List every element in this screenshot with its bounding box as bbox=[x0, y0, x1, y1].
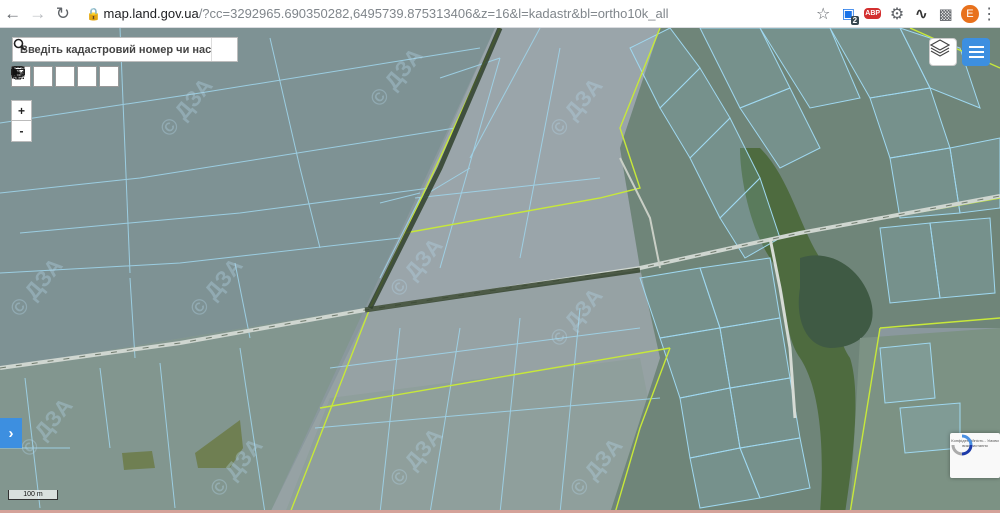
zoom-in-button[interactable]: + bbox=[11, 100, 32, 121]
svg-text:?: ? bbox=[16, 70, 20, 77]
scale-bar: 100 m bbox=[8, 490, 58, 500]
measure-distance-icon[interactable]: M bbox=[12, 66, 53, 87]
satellite-imagery: © ДЗА © ДЗА © ДЗА© ДЗА © ДЗА © ДЗА© ДЗА© ДЗА… bbox=[0, 28, 1000, 513]
address-bar[interactable]: 🔒 map.land.gov.ua/?cc=3292965.690350282,… bbox=[84, 2, 812, 26]
reload-icon[interactable]: ↻ bbox=[50, 1, 75, 27]
recaptcha-badge[interactable]: Конфіденційність - Умови використання bbox=[950, 433, 1000, 478]
menu-bar bbox=[968, 46, 984, 48]
profile-avatar[interactable]: E bbox=[961, 4, 979, 23]
swirl-extension-icon[interactable]: ∿ bbox=[911, 3, 932, 25]
search-icon bbox=[13, 38, 26, 51]
forward-icon[interactable]: → bbox=[25, 1, 50, 27]
cadastral-search bbox=[12, 37, 238, 62]
url-path: /?cc=3292965.690350282,6495739.875313406… bbox=[198, 6, 669, 21]
measure-area-icon[interactable]: M² bbox=[12, 66, 75, 87]
adblock-label: ABP bbox=[864, 8, 882, 19]
layers-icon bbox=[930, 39, 950, 57]
cadastral-map[interactable]: © ДЗА © ДЗА © ДЗА © ДЗА © ДЗА © ДЗА © ДЗА © ДЗА… bbox=[0, 28, 1000, 513]
zoom-control: + - bbox=[11, 100, 32, 142]
select-cursor-icon[interactable] bbox=[12, 66, 97, 87]
search-button[interactable] bbox=[13, 38, 237, 61]
bookmark-star-icon[interactable]: ☆ bbox=[812, 4, 835, 24]
info-icon[interactable]: ? bbox=[11, 66, 119, 87]
menu-bar bbox=[968, 56, 984, 58]
browser-toolbar: ← → ↻ 🔒 map.land.gov.ua/?cc=3292965.6903… bbox=[0, 0, 1000, 28]
layers-button[interactable] bbox=[929, 38, 957, 66]
url-domain: map.land.gov.ua bbox=[103, 6, 199, 21]
zoom-out-button[interactable]: - bbox=[11, 121, 32, 142]
recaptcha-icon bbox=[951, 434, 973, 456]
chevron-right-icon: › bbox=[8, 424, 14, 442]
menu-button[interactable] bbox=[962, 38, 990, 66]
menu-bar bbox=[968, 51, 984, 53]
map-toolbar: M M² ? bbox=[11, 66, 119, 87]
gear-icon[interactable]: ⚙ bbox=[886, 3, 907, 25]
side-panel-toggle[interactable]: › bbox=[0, 418, 22, 448]
back-icon[interactable]: ← bbox=[0, 1, 25, 27]
lock-icon: 🔒 bbox=[86, 6, 101, 21]
adblock-icon[interactable]: ABP bbox=[862, 3, 883, 25]
extension-badge: 2 bbox=[850, 15, 860, 25]
browser-menu-icon[interactable]: ⋮ bbox=[979, 4, 1000, 24]
search-input[interactable] bbox=[13, 38, 211, 61]
extension-shield-icon[interactable]: ▣ 2 bbox=[838, 3, 860, 25]
extensions-puzzle-icon[interactable]: ▩ bbox=[935, 3, 956, 25]
